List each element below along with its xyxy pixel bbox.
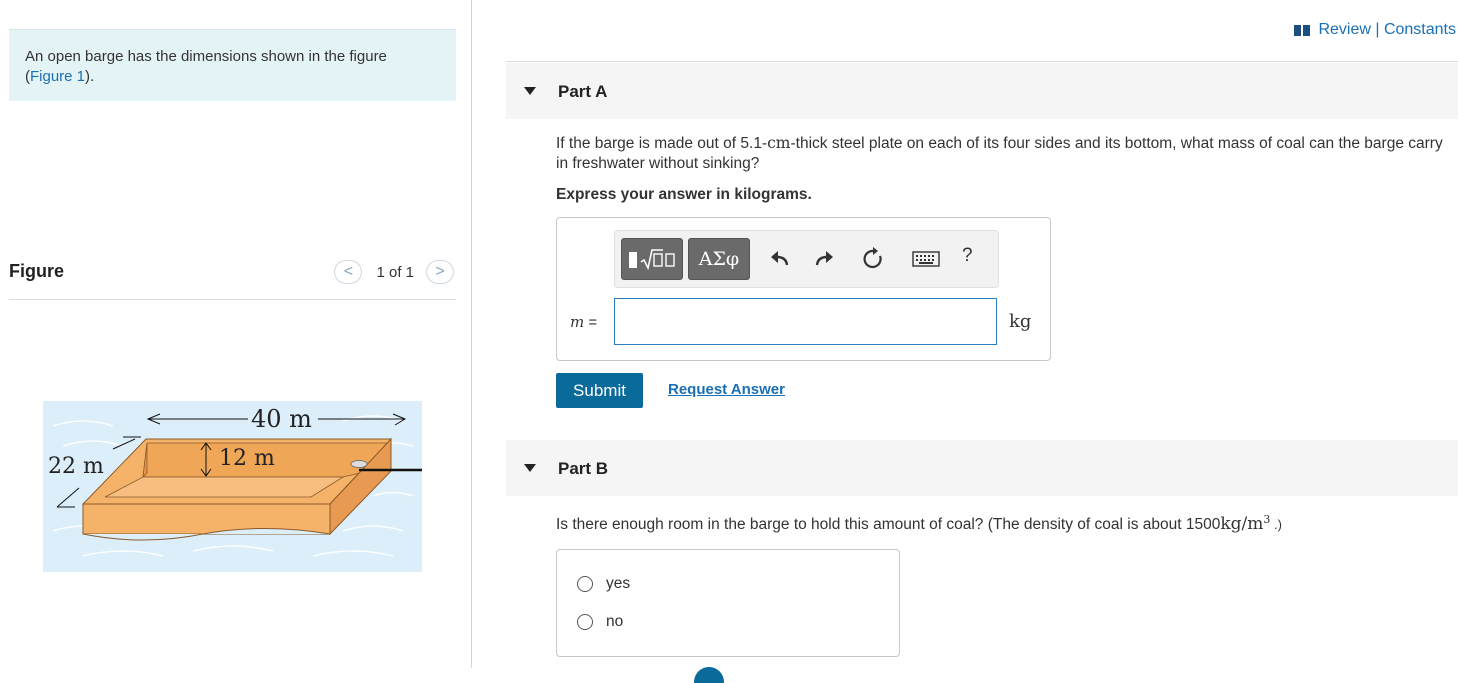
choice-yes[interactable]: yes: [577, 575, 630, 593]
part-b-question-post: .): [1270, 517, 1282, 533]
chevron-left-icon: <: [343, 263, 354, 280]
part-b-question-unit: kg/m: [1220, 514, 1264, 535]
radio-yes[interactable]: [577, 576, 593, 592]
keyboard-icon: [912, 251, 940, 267]
length-label: 40 m: [251, 405, 312, 433]
part-b-header[interactable]: Part B: [506, 440, 1458, 496]
radio-no[interactable]: [577, 614, 593, 630]
width-label: 22 m: [48, 454, 104, 479]
reset-icon: [863, 247, 882, 269]
constants-link[interactable]: Constants: [1384, 21, 1456, 39]
figure-header: Figure < 1 of 1 >: [9, 252, 456, 300]
answer-variable-label: m =: [570, 313, 597, 331]
review-link[interactable]: Review: [1318, 21, 1370, 39]
review-constants: Review | Constants: [1294, 21, 1456, 39]
figure-link[interactable]: Figure 1: [30, 68, 85, 85]
redo-button[interactable]: [811, 246, 837, 272]
choice-no[interactable]: no: [577, 613, 623, 631]
keyboard-button[interactable]: [911, 246, 941, 272]
caret-down-icon: [524, 87, 536, 95]
templates-button[interactable]: [621, 238, 683, 280]
barge-figure: 40 m 12 m 22 m: [43, 401, 422, 572]
reset-button[interactable]: [860, 246, 886, 272]
greek-symbols-button[interactable]: ΑΣφ: [688, 238, 750, 280]
height-label: 12 m: [219, 446, 275, 471]
part-a-question: If the barge is made out of 5.1-cm-thick…: [556, 133, 1456, 174]
problem-intro: An open barge has the dimensions shown i…: [9, 29, 456, 101]
next-figure-button[interactable]: >: [426, 260, 454, 284]
request-answer-link[interactable]: Request Answer: [668, 381, 785, 398]
part-b-question-pre: Is there enough room in the barge to hol…: [556, 516, 1221, 534]
header-rule: [506, 61, 1458, 62]
greek-label: ΑΣφ: [698, 248, 740, 270]
help-button[interactable]: ?: [962, 245, 973, 267]
part-a-answer-box: ΑΣφ ? m = kg: [556, 217, 1051, 361]
submit-button[interactable]: Submit: [556, 373, 643, 408]
pane-divider: [471, 0, 472, 668]
math-toolbar: ΑΣφ ?: [614, 230, 999, 288]
undo-icon: [771, 251, 789, 266]
book-icon: [1294, 24, 1311, 36]
mass-answer-input[interactable]: [614, 298, 997, 345]
part-a-title: Part A: [558, 82, 608, 101]
figure-title: Figure: [9, 261, 65, 281]
part-a-question-pre: If the barge is made out of 5.1-: [556, 135, 768, 152]
intro-suffix: ).: [85, 68, 95, 85]
answer-equals: =: [584, 314, 598, 331]
scroll-indicator[interactable]: [694, 667, 724, 683]
part-b-choices: yes no: [556, 549, 900, 657]
figure-pager: < 1 of 1 >: [334, 260, 454, 284]
prev-figure-button[interactable]: <: [334, 260, 363, 284]
intro-text: An open barge has the dimensions shown i…: [25, 48, 387, 65]
answer-variable: m: [570, 313, 585, 331]
part-a-instruction: Express your answer in kilograms.: [556, 186, 812, 203]
header-separator: |: [1370, 21, 1384, 38]
part-a-question-unit: cm: [767, 134, 791, 152]
pager-text: 1 of 1: [376, 263, 414, 281]
chevron-right-icon: >: [435, 263, 445, 280]
part-b-title: Part B: [558, 459, 609, 478]
redo-icon: [815, 251, 833, 266]
part-b-question: Is there enough room in the barge to hol…: [556, 513, 1282, 534]
answer-unit: kg: [1009, 311, 1032, 332]
templates-icon: [629, 249, 675, 271]
caret-down-icon: [524, 464, 536, 472]
choice-no-label: no: [606, 613, 624, 630]
undo-button[interactable]: [767, 246, 793, 272]
left-pane: An open barge has the dimensions shown i…: [0, 0, 471, 675]
part-a-header[interactable]: Part A: [506, 63, 1458, 119]
choice-yes-label: yes: [606, 575, 631, 592]
